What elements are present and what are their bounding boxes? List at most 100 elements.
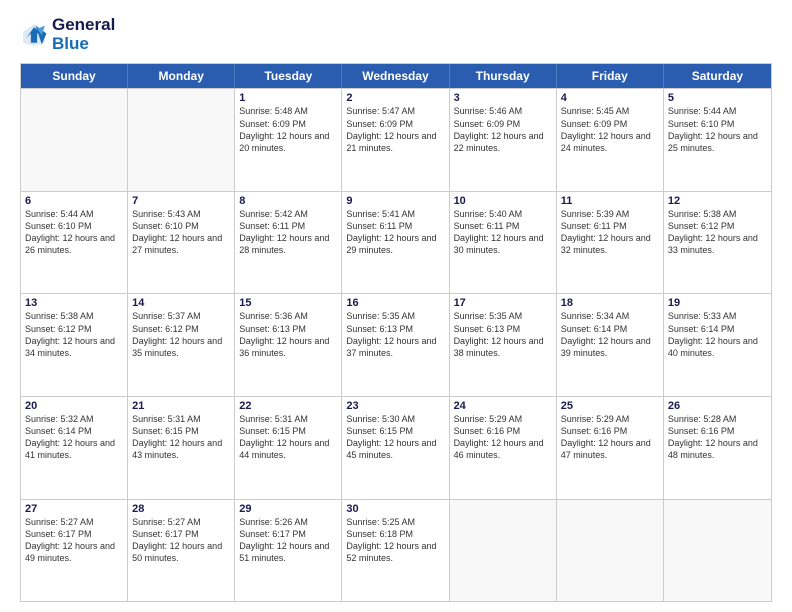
cal-cell-1-4: 2Sunrise: 5:47 AMSunset: 6:09 PMDaylight… [342, 89, 449, 191]
day-number: 27 [25, 503, 123, 515]
cal-cell-3-1: 13Sunrise: 5:38 AMSunset: 6:12 PMDayligh… [21, 294, 128, 396]
cal-cell-2-6: 11Sunrise: 5:39 AMSunset: 6:11 PMDayligh… [557, 192, 664, 294]
day-number: 19 [668, 297, 767, 309]
day-number: 15 [239, 297, 337, 309]
header-friday: Friday [557, 64, 664, 88]
day-number: 12 [668, 195, 767, 207]
sun-info: Sunrise: 5:31 AMSunset: 6:15 PMDaylight:… [132, 413, 230, 462]
day-number: 21 [132, 400, 230, 412]
day-number: 10 [454, 195, 552, 207]
cal-cell-4-2: 21Sunrise: 5:31 AMSunset: 6:15 PMDayligh… [128, 397, 235, 499]
cal-cell-1-2 [128, 89, 235, 191]
day-number: 26 [668, 400, 767, 412]
sun-info: Sunrise: 5:28 AMSunset: 6:16 PMDaylight:… [668, 413, 767, 462]
cal-cell-5-3: 29Sunrise: 5:26 AMSunset: 6:17 PMDayligh… [235, 500, 342, 602]
cal-cell-4-3: 22Sunrise: 5:31 AMSunset: 6:15 PMDayligh… [235, 397, 342, 499]
day-number: 13 [25, 297, 123, 309]
day-number: 3 [454, 92, 552, 104]
cal-cell-4-1: 20Sunrise: 5:32 AMSunset: 6:14 PMDayligh… [21, 397, 128, 499]
sun-info: Sunrise: 5:27 AMSunset: 6:17 PMDaylight:… [132, 516, 230, 565]
sun-info: Sunrise: 5:44 AMSunset: 6:10 PMDaylight:… [25, 208, 123, 257]
sun-info: Sunrise: 5:41 AMSunset: 6:11 PMDaylight:… [346, 208, 444, 257]
cal-cell-5-2: 28Sunrise: 5:27 AMSunset: 6:17 PMDayligh… [128, 500, 235, 602]
day-number: 25 [561, 400, 659, 412]
sun-info: Sunrise: 5:38 AMSunset: 6:12 PMDaylight:… [668, 208, 767, 257]
sun-info: Sunrise: 5:25 AMSunset: 6:18 PMDaylight:… [346, 516, 444, 565]
page: General Blue Sunday Monday Tuesday Wedne… [0, 0, 792, 612]
day-number: 20 [25, 400, 123, 412]
cal-cell-3-2: 14Sunrise: 5:37 AMSunset: 6:12 PMDayligh… [128, 294, 235, 396]
day-number: 5 [668, 92, 767, 104]
day-number: 16 [346, 297, 444, 309]
week-row-5: 27Sunrise: 5:27 AMSunset: 6:17 PMDayligh… [21, 499, 771, 602]
cal-cell-3-5: 17Sunrise: 5:35 AMSunset: 6:13 PMDayligh… [450, 294, 557, 396]
header-saturday: Saturday [664, 64, 771, 88]
sun-info: Sunrise: 5:48 AMSunset: 6:09 PMDaylight:… [239, 105, 337, 154]
sun-info: Sunrise: 5:37 AMSunset: 6:12 PMDaylight:… [132, 310, 230, 359]
sun-info: Sunrise: 5:29 AMSunset: 6:16 PMDaylight:… [454, 413, 552, 462]
header-thursday: Thursday [450, 64, 557, 88]
day-number: 23 [346, 400, 444, 412]
week-row-4: 20Sunrise: 5:32 AMSunset: 6:14 PMDayligh… [21, 396, 771, 499]
cal-cell-5-1: 27Sunrise: 5:27 AMSunset: 6:17 PMDayligh… [21, 500, 128, 602]
sun-info: Sunrise: 5:31 AMSunset: 6:15 PMDaylight:… [239, 413, 337, 462]
day-number: 2 [346, 92, 444, 104]
sun-info: Sunrise: 5:40 AMSunset: 6:11 PMDaylight:… [454, 208, 552, 257]
day-number: 28 [132, 503, 230, 515]
header-sunday: Sunday [21, 64, 128, 88]
header-monday: Monday [128, 64, 235, 88]
cal-cell-2-2: 7Sunrise: 5:43 AMSunset: 6:10 PMDaylight… [128, 192, 235, 294]
day-number: 14 [132, 297, 230, 309]
sun-info: Sunrise: 5:30 AMSunset: 6:15 PMDaylight:… [346, 413, 444, 462]
cal-cell-5-6 [557, 500, 664, 602]
logo-text: General Blue [52, 16, 115, 53]
cal-cell-2-3: 8Sunrise: 5:42 AMSunset: 6:11 PMDaylight… [235, 192, 342, 294]
day-number: 11 [561, 195, 659, 207]
week-row-3: 13Sunrise: 5:38 AMSunset: 6:12 PMDayligh… [21, 293, 771, 396]
week-row-2: 6Sunrise: 5:44 AMSunset: 6:10 PMDaylight… [21, 191, 771, 294]
cal-cell-4-7: 26Sunrise: 5:28 AMSunset: 6:16 PMDayligh… [664, 397, 771, 499]
cal-cell-5-5 [450, 500, 557, 602]
cal-cell-1-5: 3Sunrise: 5:46 AMSunset: 6:09 PMDaylight… [450, 89, 557, 191]
sun-info: Sunrise: 5:35 AMSunset: 6:13 PMDaylight:… [454, 310, 552, 359]
day-number: 30 [346, 503, 444, 515]
day-number: 4 [561, 92, 659, 104]
calendar-body: 1Sunrise: 5:48 AMSunset: 6:09 PMDaylight… [21, 88, 771, 601]
day-number: 18 [561, 297, 659, 309]
header-tuesday: Tuesday [235, 64, 342, 88]
calendar-header: Sunday Monday Tuesday Wednesday Thursday… [21, 64, 771, 88]
cal-cell-4-4: 23Sunrise: 5:30 AMSunset: 6:15 PMDayligh… [342, 397, 449, 499]
sun-info: Sunrise: 5:44 AMSunset: 6:10 PMDaylight:… [668, 105, 767, 154]
day-number: 7 [132, 195, 230, 207]
calendar: Sunday Monday Tuesday Wednesday Thursday… [20, 63, 772, 602]
cal-cell-2-1: 6Sunrise: 5:44 AMSunset: 6:10 PMDaylight… [21, 192, 128, 294]
sun-info: Sunrise: 5:34 AMSunset: 6:14 PMDaylight:… [561, 310, 659, 359]
day-number: 1 [239, 92, 337, 104]
cal-cell-5-7 [664, 500, 771, 602]
cal-cell-1-6: 4Sunrise: 5:45 AMSunset: 6:09 PMDaylight… [557, 89, 664, 191]
logo: General Blue [20, 16, 115, 53]
sun-info: Sunrise: 5:36 AMSunset: 6:13 PMDaylight:… [239, 310, 337, 359]
day-number: 24 [454, 400, 552, 412]
day-number: 17 [454, 297, 552, 309]
sun-info: Sunrise: 5:27 AMSunset: 6:17 PMDaylight:… [25, 516, 123, 565]
sun-info: Sunrise: 5:33 AMSunset: 6:14 PMDaylight:… [668, 310, 767, 359]
sun-info: Sunrise: 5:45 AMSunset: 6:09 PMDaylight:… [561, 105, 659, 154]
cal-cell-3-6: 18Sunrise: 5:34 AMSunset: 6:14 PMDayligh… [557, 294, 664, 396]
cal-cell-4-6: 25Sunrise: 5:29 AMSunset: 6:16 PMDayligh… [557, 397, 664, 499]
day-number: 29 [239, 503, 337, 515]
cal-cell-4-5: 24Sunrise: 5:29 AMSunset: 6:16 PMDayligh… [450, 397, 557, 499]
day-number: 22 [239, 400, 337, 412]
header-wednesday: Wednesday [342, 64, 449, 88]
logo-icon [20, 21, 48, 49]
cal-cell-2-7: 12Sunrise: 5:38 AMSunset: 6:12 PMDayligh… [664, 192, 771, 294]
day-number: 8 [239, 195, 337, 207]
cal-cell-1-3: 1Sunrise: 5:48 AMSunset: 6:09 PMDaylight… [235, 89, 342, 191]
day-number: 9 [346, 195, 444, 207]
sun-info: Sunrise: 5:47 AMSunset: 6:09 PMDaylight:… [346, 105, 444, 154]
sun-info: Sunrise: 5:32 AMSunset: 6:14 PMDaylight:… [25, 413, 123, 462]
cal-cell-3-4: 16Sunrise: 5:35 AMSunset: 6:13 PMDayligh… [342, 294, 449, 396]
header: General Blue [20, 16, 772, 53]
sun-info: Sunrise: 5:46 AMSunset: 6:09 PMDaylight:… [454, 105, 552, 154]
sun-info: Sunrise: 5:38 AMSunset: 6:12 PMDaylight:… [25, 310, 123, 359]
